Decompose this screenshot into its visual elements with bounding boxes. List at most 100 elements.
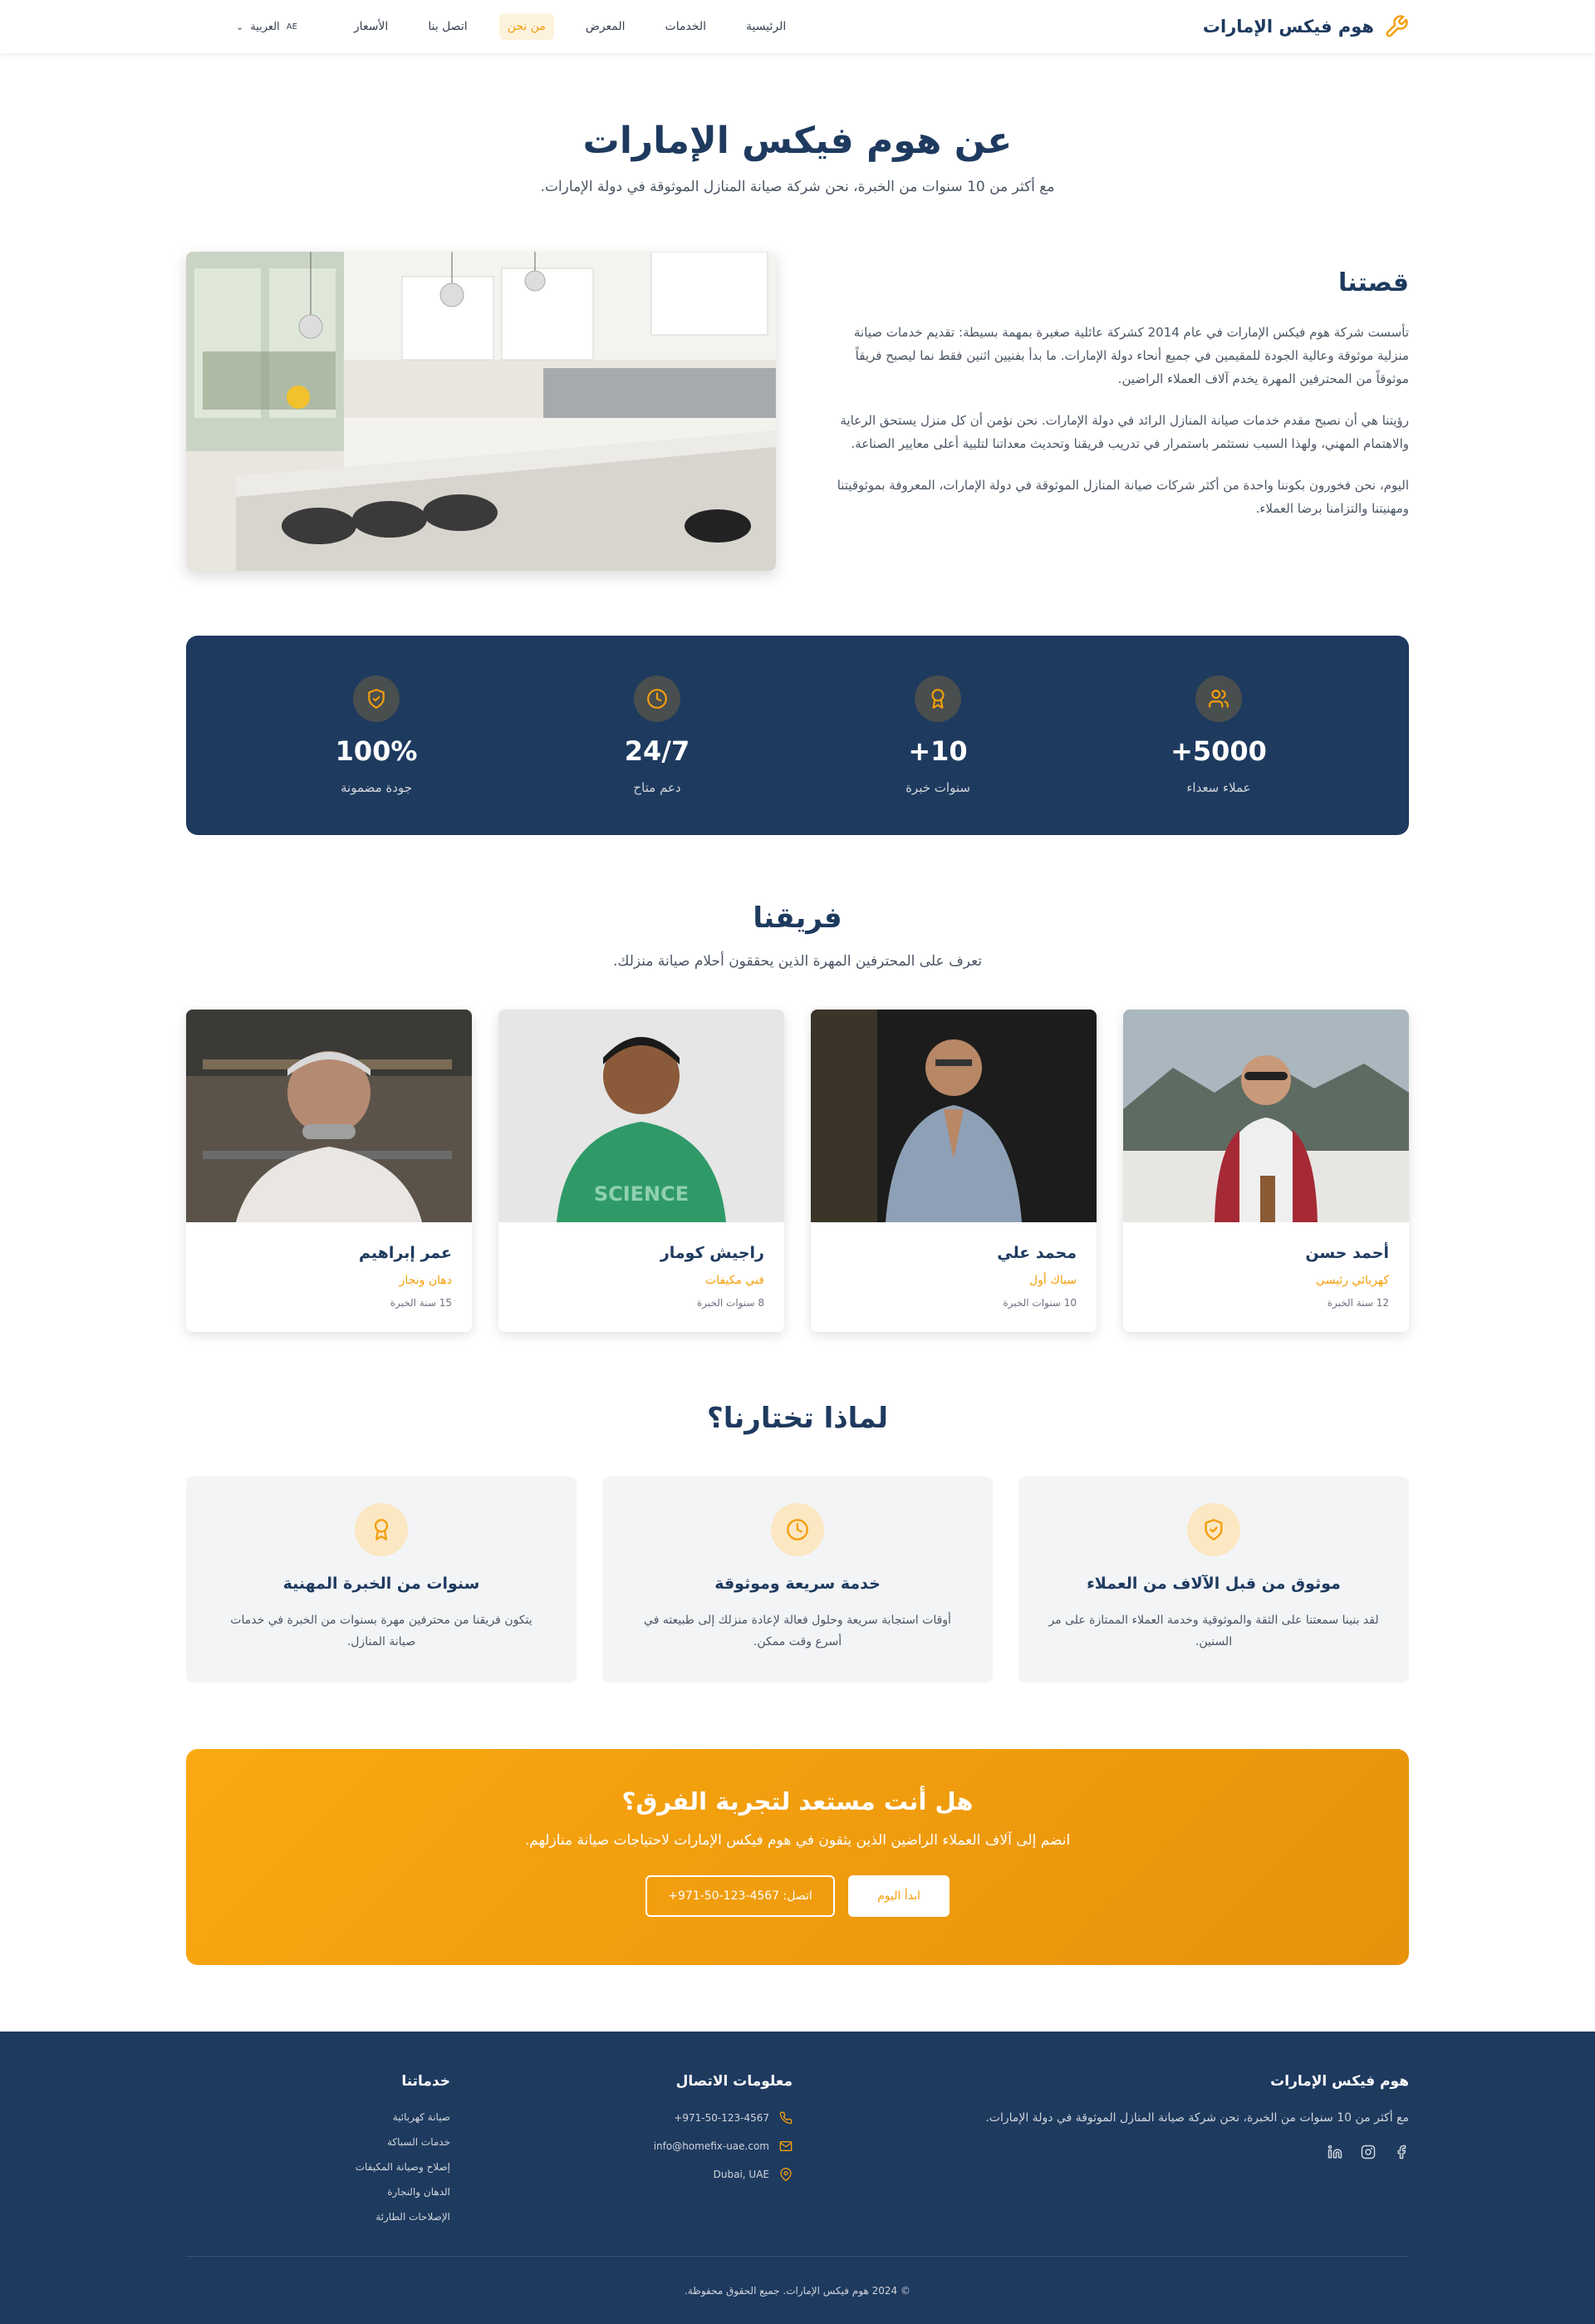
story-paragraph: تأسست شركة هوم فيكس الإمارات في عام 2014… — [853, 325, 1409, 386]
cta-banner: هل أنت مستعد لتجربة الفرق؟ انضم إلى آلاف… — [186, 1749, 1409, 1965]
main-menu: الرئيسية الخدمات المعرض من نحن اتصل بنا … — [236, 13, 794, 40]
top-navbar: هوم فيكس الإمارات الرئيسية الخدمات المعر… — [0, 0, 1595, 53]
page-subtitle: مع أكثر من 10 سنوات من الخبرة، نحن شركة … — [540, 179, 1055, 195]
contact-location-text: Dubai, UAE — [713, 2169, 769, 2180]
chevron-down-icon: ⌄ — [236, 21, 244, 32]
member-role: سباك أول — [1028, 1274, 1077, 1287]
cta-title: هل أنت مستعد لتجربة الفرق؟ — [621, 1787, 974, 1815]
footer-service-link[interactable]: الدهان والنجارة — [186, 2186, 450, 2198]
stat-label: جودة مضمونة — [340, 780, 412, 795]
contact-phone-text: +971-50-123-4567 — [674, 2112, 769, 2124]
member-info: عمر إبراهيم دهان ونجار 15 سنة الخبرة — [186, 1222, 472, 1330]
contact-email-text: info@homefix-uae.com — [653, 2140, 769, 2152]
main-content: عن هوم فيكس الإمارات مع أكثر من 10 سنوات… — [0, 53, 1595, 1965]
contact-location: Dubai, UAE — [543, 2168, 793, 2181]
footer-about: هوم فيكس الإمارات مع أكثر من 10 سنوات من… — [944, 2073, 1409, 2236]
clock-icon — [771, 1503, 824, 1556]
team-member-card: أحمد حسن كهربائي رئيسي 12 سنة الخبرة — [1123, 1010, 1409, 1332]
contact-phone[interactable]: +971-50-123-4567 — [543, 2111, 793, 2125]
member-photo — [186, 1010, 472, 1222]
team-section: فريقنا تعرف على المحترفين المهرة الذين ي… — [186, 902, 1409, 1332]
team-member-card: SCIENCE راجيش كومار فني مكيفات 8 سنوات ا… — [498, 1010, 784, 1332]
mail-icon — [779, 2141, 793, 2151]
member-experience: 10 سنوات الخبرة — [1003, 1297, 1077, 1309]
social-links — [944, 2145, 1409, 2159]
facebook-icon[interactable] — [1394, 2145, 1409, 2159]
member-experience: 8 سنوات الخبرة — [696, 1297, 764, 1309]
svg-text:SCIENCE: SCIENCE — [594, 1182, 689, 1206]
footer-service-link[interactable]: صيانة كهربائية — [186, 2111, 450, 2123]
team-member-card: محمد علي سباك أول 10 سنوات الخبرة — [811, 1010, 1097, 1332]
member-photo — [811, 1010, 1097, 1222]
member-photo: SCIENCE — [498, 1010, 784, 1222]
nav-link-about[interactable]: من نحن — [498, 13, 554, 40]
footer-service-link[interactable]: إصلاح وصيانة المكيفات — [186, 2161, 450, 2173]
story-title: قصتنا — [1338, 268, 1409, 297]
brand-logo[interactable]: هوم فيكس الإمارات — [1203, 14, 1409, 39]
stat-value: +5000 — [1170, 735, 1267, 767]
stat-value: 24/7 — [624, 735, 690, 767]
get-started-button[interactable]: ابدأ اليوم — [848, 1875, 950, 1917]
stat-label: عملاء سعداء — [1186, 780, 1251, 795]
nav-link-services[interactable]: الخدمات — [657, 13, 715, 40]
member-name: محمد علي — [997, 1244, 1077, 1262]
language-selector[interactable]: AE العربية ⌄ — [236, 21, 297, 33]
member-info: أحمد حسن كهربائي رئيسي 12 سنة الخبرة — [1123, 1222, 1409, 1330]
stats-banner: +5000 عملاء سعداء +10 سنوات خبرة 24/7 دع… — [186, 636, 1409, 835]
our-story-section: قصتنا تأسست شركة هوم فيكس الإمارات في عا… — [186, 252, 1409, 571]
story-text: قصتنا تأسست شركة هوم فيكس الإمارات في عا… — [826, 252, 1409, 571]
users-icon — [1195, 676, 1242, 722]
member-name: راجيش كومار — [660, 1244, 764, 1262]
stat-years: +10 سنوات خبرة — [834, 676, 1042, 795]
story-paragraph: رؤيتنا هي أن نصبح مقدم خدمات صيانة المنا… — [840, 413, 1409, 451]
why-card: خدمة سريعة وموثوقة أوقات استجابة سريعة و… — [602, 1476, 993, 1683]
page-hero: عن هوم فيكس الإمارات مع أكثر من 10 سنوات… — [186, 53, 1409, 195]
team-grid: أحمد حسن كهربائي رئيسي 12 سنة الخبرة محم… — [186, 1010, 1409, 1332]
shield-icon — [353, 676, 400, 722]
member-role: فني مكيفات — [704, 1274, 764, 1287]
wrench-icon — [1386, 15, 1408, 37]
linkedin-icon[interactable] — [1328, 2145, 1342, 2159]
why-card: سنوات من الخبرة المهنية يتكون فريقنا من … — [186, 1476, 577, 1683]
member-experience: 12 سنة الخبرة — [1327, 1297, 1389, 1309]
stat-happy-clients: +5000 عملاء سعداء — [1115, 676, 1323, 795]
stat-value: +10 — [908, 735, 968, 767]
why-cards: موثوق من قبل الآلاف من العملاء لقد بنينا… — [186, 1476, 1409, 1683]
why-card-title: خدمة سريعة وموثوقة — [714, 1575, 881, 1593]
team-member-card: عمر إبراهيم دهان ونجار 15 سنة الخبرة — [186, 1010, 472, 1332]
footer-contact: معلومات الاتصال +971-50-123-4567 info@ho… — [543, 2073, 793, 2236]
member-name: أحمد حسن — [1305, 1244, 1389, 1262]
why-card-desc: يتكون فريقنا من محترفين مهرة بسنوات من ا… — [230, 1614, 532, 1648]
nav-link-gallery[interactable]: المعرض — [577, 13, 634, 40]
member-role: كهربائي رئيسي — [1315, 1274, 1389, 1287]
footer-brand: هوم فيكس الإمارات — [1270, 2073, 1409, 2090]
language-label: العربية — [250, 20, 280, 33]
footer-service-link[interactable]: خدمات السباكة — [186, 2136, 450, 2148]
team-subtitle: تعرف على المحترفين المهرة الذين يحققون أ… — [612, 953, 983, 970]
cta-subtitle: انضم إلى آلاف العملاء الراضين الذين يثقو… — [524, 1832, 1071, 1849]
brand-name: هوم فيكس الإمارات — [1202, 17, 1374, 37]
call-button[interactable]: اتصل: 4567-123-50-971+ — [645, 1875, 835, 1917]
nav-link-contact[interactable]: اتصل بنا — [420, 13, 475, 40]
award-icon — [915, 676, 961, 722]
nav-link-home[interactable]: الرئيسية — [738, 13, 794, 40]
footer-contact-title: معلومات الاتصال — [675, 2073, 793, 2090]
stat-label: دعم متاح — [633, 780, 681, 795]
why-card-title: موثوق من قبل الآلاف من العملاء — [1087, 1575, 1341, 1593]
cta-buttons: ابدأ اليوم اتصل: 4567-123-50-971+ — [186, 1875, 1409, 1917]
stat-value: 100% — [335, 735, 418, 767]
shield-icon — [1187, 1503, 1240, 1556]
instagram-icon[interactable] — [1361, 2145, 1376, 2159]
why-card: موثوق من قبل الآلاف من العملاء لقد بنينا… — [1018, 1476, 1409, 1683]
contact-email[interactable]: info@homefix-uae.com — [543, 2140, 793, 2153]
page-title: عن هوم فيكس الإمارات — [582, 120, 1013, 162]
kitchen-photo — [186, 252, 776, 571]
stat-quality: 100% جودة مضمونة — [272, 676, 480, 795]
member-role: دهان ونجار — [399, 1274, 452, 1287]
footer-service-link[interactable]: الإصلاحات الطارئة — [186, 2211, 450, 2223]
nav-link-pricing[interactable]: الأسعار — [346, 13, 396, 40]
footer-services: خدماتنا صيانة كهربائية خدمات السباكة إصل… — [186, 2073, 450, 2236]
why-choose-us-section: لماذا تختارنا؟ موثوق من قبل الآلاف من ال… — [186, 1402, 1409, 1683]
why-title: لماذا تختارنا؟ — [706, 1402, 888, 1435]
footer-services-list: صيانة كهربائية خدمات السباكة إصلاح وصيان… — [186, 2111, 450, 2223]
